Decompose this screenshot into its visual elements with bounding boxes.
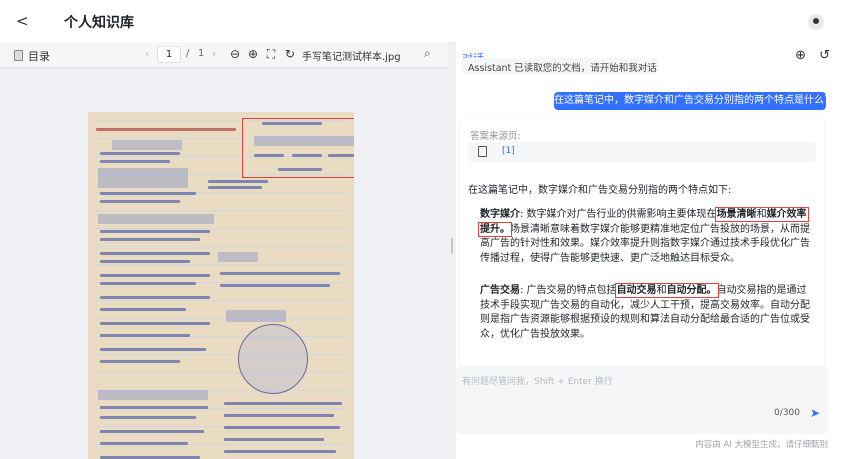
chat-input[interactable]: 有问题尽管问我，Shift + Enter 换行 0/300 ➤ xyxy=(456,366,828,434)
source-reference-bar: [1] xyxy=(468,142,816,162)
answer-paragraph-ad-trading: 广告交易: 广告交易的特点包括自动交易和自动分配。自动交易指的是通过技术手段实现… xyxy=(480,283,810,340)
zoom-in-icon[interactable]: ⊕ xyxy=(246,47,260,61)
source-label: 答案来源页: xyxy=(470,131,521,142)
term-digital-media: 数字媒介 xyxy=(480,209,520,220)
answer-paragraph-digital-media: 数字媒介: 数字媒介对广告行业的供需影响主要体现在场景清晰和媒介效率提升。场景清… xyxy=(478,207,810,264)
term-ad-trading: 广告交易 xyxy=(480,285,520,296)
file-name: 手写笔记测试样本.jpg xyxy=(302,52,401,63)
source-doc-icon xyxy=(478,146,487,157)
page-title: 个人知识库 xyxy=(64,15,134,31)
keyword-auto-allocation: 自动分配。 xyxy=(666,285,717,296)
send-icon[interactable]: ➤ xyxy=(810,406,820,420)
char-counter: 0/300 xyxy=(774,408,800,418)
page-separator: / xyxy=(186,48,190,59)
handwritten-note-image xyxy=(88,112,354,459)
assistant-greeting: Assistant 已读取您的文档，请开始和我对话... xyxy=(462,58,658,74)
page-total: 1 xyxy=(198,48,205,59)
toc-label[interactable]: 目录 xyxy=(28,48,50,64)
user-question-bubble: 在这篇笔记中，数字媒介和广告交易分别指的两个特点是什么？ xyxy=(554,92,834,110)
top-bar: < 个人知识库 xyxy=(0,0,842,42)
avatar-icon[interactable] xyxy=(808,14,824,30)
rotate-icon[interactable]: ↻ xyxy=(283,47,297,61)
page-input[interactable]: 1 xyxy=(157,46,181,63)
source-ref-link[interactable]: [1] xyxy=(502,146,515,156)
viewer-toolbar: 目录 ‹ 1 / 1 › ⊖ ⊕ ⛶ ↻ 手写笔记测试样本.jpg ⌕ xyxy=(0,42,448,68)
zoom-out-icon[interactable]: ⊖ xyxy=(228,47,242,61)
prev-page-icon[interactable]: ‹ xyxy=(145,47,149,60)
keyword-auto-trading: 自动交易 xyxy=(616,285,657,296)
keyword-scene-clarity: 场景清晰 xyxy=(716,209,757,220)
history-icon[interactable]: ↺ xyxy=(819,48,830,63)
new-chat-icon[interactable]: ⊕ xyxy=(795,48,806,63)
document-viewer: 目录 ‹ 1 / 1 › ⊖ ⊕ ⛶ ↻ 手写笔记测试样本.jpg ⌕ xyxy=(0,42,448,459)
chat-panel: 对话 ⊕ ↺ Assistant 已读取您的文档，请开始和我对话... 在这篇笔… xyxy=(456,42,842,459)
ai-disclaimer: 内容由 AI 大模型生成，请仔细甄别 xyxy=(695,440,828,450)
back-icon[interactable]: < xyxy=(16,12,29,30)
splitter-grip[interactable] xyxy=(451,238,453,254)
fit-icon[interactable]: ⛶ xyxy=(264,47,278,61)
input-placeholder: 有问题尽管问我，Shift + Enter 换行 xyxy=(462,377,613,387)
assistant-answer-card: 答案来源页: [1] 在这篇笔记中，数字媒介和广告交易分别指的两个特点如下: 数… xyxy=(460,118,824,368)
toc-icon[interactable] xyxy=(14,50,23,61)
answer-intro: 在这篇笔记中，数字媒介和广告交易分别指的两个特点如下: xyxy=(468,185,732,196)
next-page-icon[interactable]: › xyxy=(212,47,216,60)
search-icon[interactable]: ⌕ xyxy=(424,46,431,61)
